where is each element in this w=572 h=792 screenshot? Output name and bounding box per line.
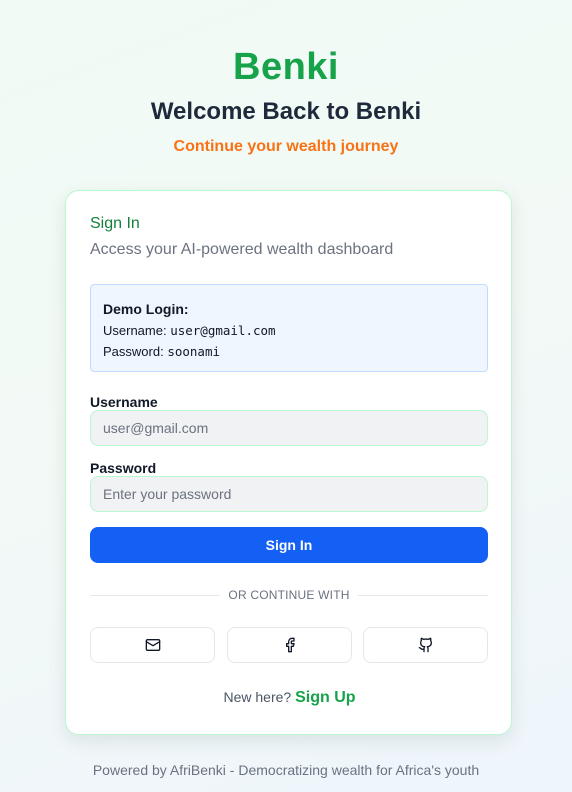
- signup-prompt: New here?: [223, 689, 292, 705]
- card-subtitle: Access your AI-powered wealth dashboard: [90, 241, 394, 258]
- mail-login-button[interactable]: [90, 627, 215, 663]
- divider-line-right: [357, 594, 489, 596]
- demo-login-title: Demo Login:: [103, 301, 189, 317]
- sign-up-link[interactable]: Sign Up: [295, 689, 355, 706]
- demo-username-line: Username: user@gmail.com: [103, 320, 475, 341]
- demo-login-box: Demo Login: Username: user@gmail.com Pas…: [90, 284, 488, 372]
- username-label: Username: [90, 394, 158, 410]
- facebook-login-button[interactable]: [227, 627, 352, 663]
- demo-username-label: Username:: [103, 323, 171, 338]
- password-label: Password: [90, 460, 157, 476]
- password-input[interactable]: [90, 476, 488, 512]
- card-title: Sign In: [90, 215, 140, 232]
- demo-password-label: Password:: [103, 344, 168, 359]
- login-card: Sign In Access your AI-powered wealth da…: [65, 190, 512, 735]
- footer-text: Powered by AfriBenki - Democratizing wea…: [92, 762, 480, 778]
- demo-password-line: Password: soonami: [103, 341, 475, 362]
- brand-logo-text: Benki: [233, 46, 339, 88]
- username-input[interactable]: [90, 410, 488, 446]
- sign-in-button[interactable]: Sign In: [90, 527, 488, 563]
- page-title: Welcome Back to Benki: [150, 98, 422, 125]
- divider-text: OR CONTINUE WITH: [228, 588, 350, 602]
- signup-row: New here? Sign Up: [66, 689, 513, 707]
- tagline: Continue your wealth journey: [173, 138, 399, 155]
- mail-icon: [145, 639, 160, 651]
- demo-username-value: user@gmail.com: [170, 323, 276, 338]
- github-icon: [418, 637, 432, 653]
- facebook-icon: [285, 637, 295, 653]
- or-divider: OR CONTINUE WITH: [90, 587, 489, 603]
- demo-password-value: soonami: [167, 344, 220, 359]
- divider-line-left: [90, 594, 221, 596]
- github-login-button[interactable]: [363, 627, 488, 663]
